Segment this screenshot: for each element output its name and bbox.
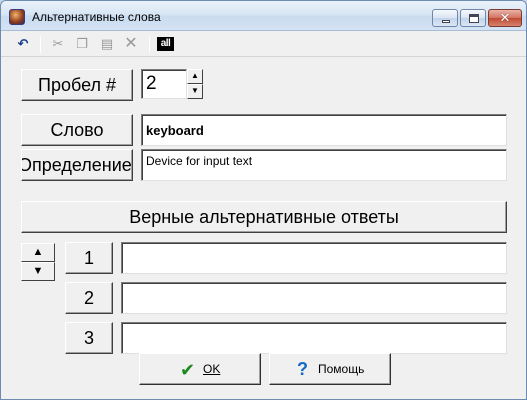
paste-icon[interactable]: ▤ [97, 35, 117, 53]
alternative-field[interactable] [121, 282, 507, 314]
move-down-button[interactable]: ▼ [21, 262, 55, 281]
scissors-icon[interactable]: ✂ [48, 35, 68, 53]
help-button[interactable]: ? Помощь [269, 353, 391, 385]
space-number-label: Пробел # [21, 69, 133, 101]
window-title: Альтернативные слова [32, 10, 161, 24]
help-button-label: Помощь [318, 362, 365, 376]
question-mark-icon: ? [297, 359, 308, 379]
move-up-button[interactable]: ▲ [21, 243, 55, 262]
alternative-number-button[interactable]: 2 [65, 282, 113, 314]
toolbar: ↶ ✂ ❐ ▤ ✕ all [1, 32, 526, 57]
definition-label: Определение [21, 149, 133, 181]
alternatives-header: Верные альтернативные ответы [21, 201, 507, 233]
undo-icon[interactable]: ↶ [13, 35, 33, 53]
ok-button-label: OK [203, 362, 221, 376]
app-icon [9, 9, 25, 25]
alternative-number-button[interactable]: 1 [65, 242, 113, 274]
word-field[interactable]: keyboard [141, 114, 507, 146]
maximize-button[interactable] [460, 9, 486, 27]
minimize-button[interactable] [432, 9, 458, 27]
toolbar-separator [40, 36, 41, 53]
copy-icon[interactable]: ❐ [72, 35, 92, 53]
alternative-number-button[interactable]: 3 [65, 322, 113, 354]
close-icon: ✕ [499, 10, 511, 25]
dialog-window: Альтернативные слова ✕ ↶ ✂ ❐ ▤ ✕ all Про… [0, 0, 527, 400]
definition-value: Device for input text [146, 154, 253, 168]
spin-up-button[interactable]: ▲ [187, 69, 203, 84]
word-label: Слово [21, 114, 133, 146]
space-number-value: 2 [146, 73, 157, 94]
ok-button[interactable]: ✔ OK [139, 353, 261, 385]
space-number-field[interactable]: 2 [141, 69, 187, 99]
close-button[interactable]: ✕ [488, 9, 522, 27]
minimize-icon [442, 20, 450, 23]
title-bar[interactable]: Альтернативные слова ✕ [1, 1, 526, 31]
toolbar-separator [149, 36, 150, 53]
definition-field[interactable]: Device for input text [141, 149, 507, 181]
alternative-field[interactable] [121, 322, 507, 354]
maximize-icon [469, 14, 479, 23]
x-icon[interactable]: ✕ [121, 35, 141, 53]
word-value: keyboard [146, 123, 204, 138]
checkmark-icon: ✔ [180, 360, 196, 380]
alternative-field[interactable] [121, 242, 507, 274]
select-all-button[interactable]: all [157, 37, 174, 51]
spin-down-button[interactable]: ▼ [187, 84, 203, 99]
